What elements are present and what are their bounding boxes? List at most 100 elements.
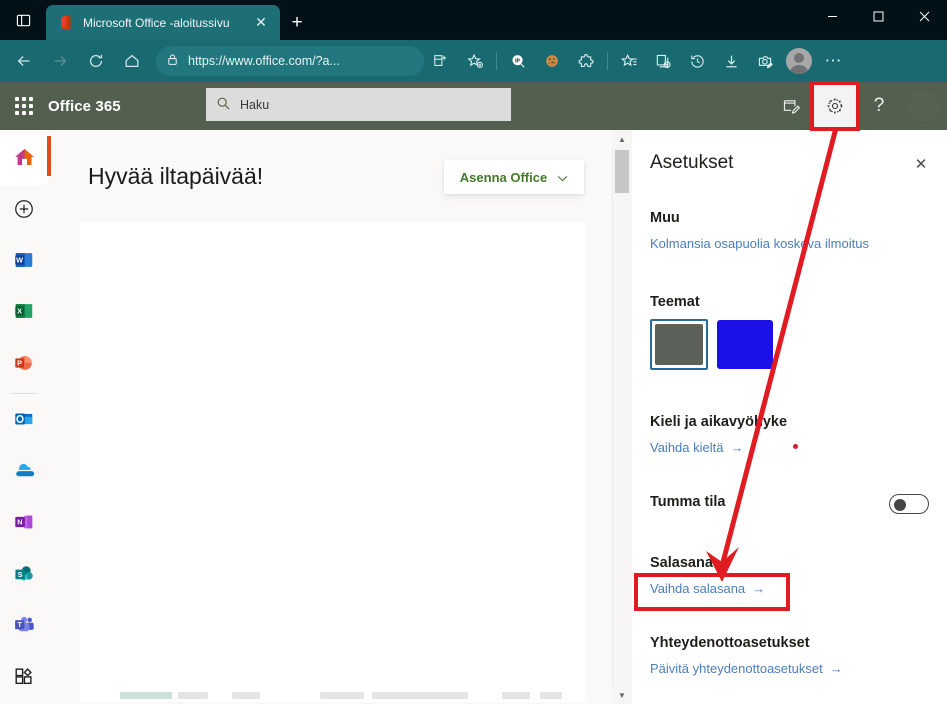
svg-text:T: T bbox=[17, 621, 22, 629]
change-password-label: Vaihda salasana bbox=[650, 581, 746, 596]
svg-text:N: N bbox=[17, 517, 22, 526]
section-password-heading: Salasana bbox=[650, 555, 713, 571]
cookie-icon[interactable] bbox=[535, 45, 569, 77]
arrow-right-icon: → bbox=[730, 440, 744, 455]
scroll-down-icon[interactable]: ▼ bbox=[612, 686, 632, 704]
change-password-link[interactable]: Vaihda salasana → bbox=[650, 581, 765, 596]
sidebar-item-outlook[interactable] bbox=[0, 396, 48, 447]
teams-icon: T bbox=[13, 613, 36, 641]
tab-title: Microsoft Office -aloitussivu bbox=[83, 15, 230, 30]
more-icon[interactable]: ⋯ bbox=[816, 45, 850, 77]
svg-text:P: P bbox=[17, 358, 22, 367]
browser-tab[interactable]: Microsoft Office -aloitussivu ✕ bbox=[46, 5, 280, 40]
word-icon: W bbox=[13, 249, 35, 276]
profile-avatar[interactable] bbox=[786, 48, 812, 74]
arrow-right-icon: → bbox=[752, 581, 766, 596]
sidebar-item-create[interactable] bbox=[0, 185, 48, 236]
change-language-label: Vaihda kieltä bbox=[650, 440, 724, 455]
section-dark-mode-heading: Tumma tila bbox=[650, 494, 726, 510]
minimize-button[interactable] bbox=[809, 0, 855, 32]
dark-mode-toggle[interactable] bbox=[889, 494, 929, 514]
install-office-button[interactable]: Asenna Office bbox=[444, 160, 584, 194]
sidebar-item-excel[interactable]: X bbox=[0, 288, 48, 339]
onenote-icon: N bbox=[13, 511, 35, 538]
section-other-heading: Muu bbox=[650, 210, 680, 226]
sidebar-item-teams[interactable]: T bbox=[0, 601, 48, 652]
theme-swatch-selected[interactable] bbox=[650, 319, 708, 370]
theme-swatch-blue[interactable] bbox=[717, 320, 773, 369]
settings-gear-icon[interactable] bbox=[810, 81, 860, 131]
user-avatar[interactable] bbox=[909, 91, 939, 121]
home-icon[interactable] bbox=[114, 45, 150, 77]
section-dark-mode: Tumma tila bbox=[650, 494, 930, 519]
third-party-notice-link[interactable]: Kolmansia osapuolia koskeva ilmoitus bbox=[650, 236, 869, 251]
url-text: https://www.office.com/?a... bbox=[188, 54, 340, 68]
sidebar-item-onedrive[interactable] bbox=[0, 447, 48, 498]
browser-toolbar: https://www.office.com/?a... IP ⋯ bbox=[0, 40, 947, 82]
page-scrollbar[interactable]: ▲ ▼ bbox=[612, 130, 632, 704]
update-contact-preferences-link[interactable]: Päivitä yhteydenottoasetukset → bbox=[650, 661, 843, 676]
arrow-right-icon: → bbox=[829, 661, 843, 676]
active-rail-indicator bbox=[47, 136, 51, 176]
scroll-up-icon[interactable]: ▲ bbox=[612, 130, 632, 148]
section-other: Muu Kolmansia osapuolia koskeva ilmoitus bbox=[650, 210, 930, 253]
home-icon bbox=[12, 145, 37, 175]
maximize-button[interactable] bbox=[855, 0, 901, 32]
tab-list-icon[interactable] bbox=[0, 0, 46, 40]
favorite-add-icon[interactable] bbox=[458, 45, 492, 77]
browser-title-bar: Microsoft Office -aloitussivu ✕ + bbox=[0, 0, 947, 40]
sidebar-item-word[interactable]: W bbox=[0, 237, 48, 288]
sidebar-item-all-apps[interactable] bbox=[0, 653, 48, 704]
window-close-button[interactable] bbox=[901, 0, 947, 32]
ip-lookup-icon[interactable]: IP bbox=[501, 45, 535, 77]
svg-text:S: S bbox=[17, 569, 22, 578]
search-placeholder: Haku bbox=[240, 97, 270, 112]
recent-files-row bbox=[120, 692, 590, 700]
close-icon[interactable]: ✕ bbox=[907, 150, 935, 178]
svg-text:X: X bbox=[17, 307, 22, 316]
feedback-icon[interactable] bbox=[769, 84, 813, 128]
office-icon bbox=[57, 14, 74, 31]
section-password: Salasana Vaihda salasana → bbox=[650, 555, 930, 598]
search-input[interactable]: Haku bbox=[206, 88, 511, 121]
app-launcher-icon[interactable] bbox=[0, 82, 48, 130]
scrollbar-track[interactable] bbox=[612, 148, 632, 686]
help-icon[interactable]: ? bbox=[857, 84, 901, 128]
install-office-label: Asenna Office bbox=[459, 169, 548, 185]
page-title: Hyvää iltapäivää! bbox=[88, 163, 264, 189]
screenshot-icon[interactable] bbox=[748, 45, 782, 77]
powerpoint-icon: P bbox=[13, 352, 35, 379]
app-rail: W X P N S T bbox=[0, 130, 48, 704]
forward-icon[interactable] bbox=[42, 45, 78, 77]
collections-favorites-icon[interactable] bbox=[612, 45, 646, 77]
downloads-icon[interactable] bbox=[714, 45, 748, 77]
plus-circle-icon bbox=[13, 198, 35, 225]
suite-header-actions: ? bbox=[769, 81, 947, 131]
collections-icon[interactable] bbox=[646, 45, 680, 77]
section-language: Kieli ja aikavyöhyke Vaihda kieltä → bbox=[650, 414, 930, 457]
split-screen-icon[interactable] bbox=[424, 45, 458, 77]
section-language-heading: Kieli ja aikavyöhyke bbox=[650, 414, 788, 430]
back-icon[interactable] bbox=[6, 45, 42, 77]
svg-text:IP: IP bbox=[515, 58, 520, 64]
toolbar-divider bbox=[496, 52, 497, 70]
history-icon[interactable] bbox=[680, 45, 714, 77]
excel-icon: X bbox=[13, 300, 35, 327]
sidebar-item-powerpoint[interactable]: P bbox=[0, 339, 48, 390]
refresh-icon[interactable] bbox=[78, 45, 114, 77]
sidebar-item-onenote[interactable]: N bbox=[0, 499, 48, 550]
search-icon bbox=[216, 96, 231, 114]
change-language-link[interactable]: Vaihda kieltä → bbox=[650, 440, 743, 455]
sidebar-item-home[interactable] bbox=[0, 134, 48, 186]
extensions-icon[interactable] bbox=[569, 45, 603, 77]
sidebar-item-sharepoint[interactable]: S bbox=[0, 550, 48, 601]
close-icon[interactable]: ✕ bbox=[250, 12, 272, 34]
browser-window: Microsoft Office -aloitussivu ✕ + https:… bbox=[0, 0, 947, 704]
new-tab-button[interactable]: + bbox=[280, 5, 314, 40]
main-content: Hyvää iltapäivää! Asenna Office bbox=[48, 130, 612, 704]
address-bar[interactable]: https://www.office.com/?a... bbox=[156, 46, 424, 76]
section-contact-heading: Yhteydenottoasetukset bbox=[650, 635, 810, 651]
brand-title[interactable]: Office 365 bbox=[48, 98, 121, 115]
section-themes-heading: Teemat bbox=[650, 294, 700, 310]
scrollbar-thumb[interactable] bbox=[615, 150, 629, 193]
